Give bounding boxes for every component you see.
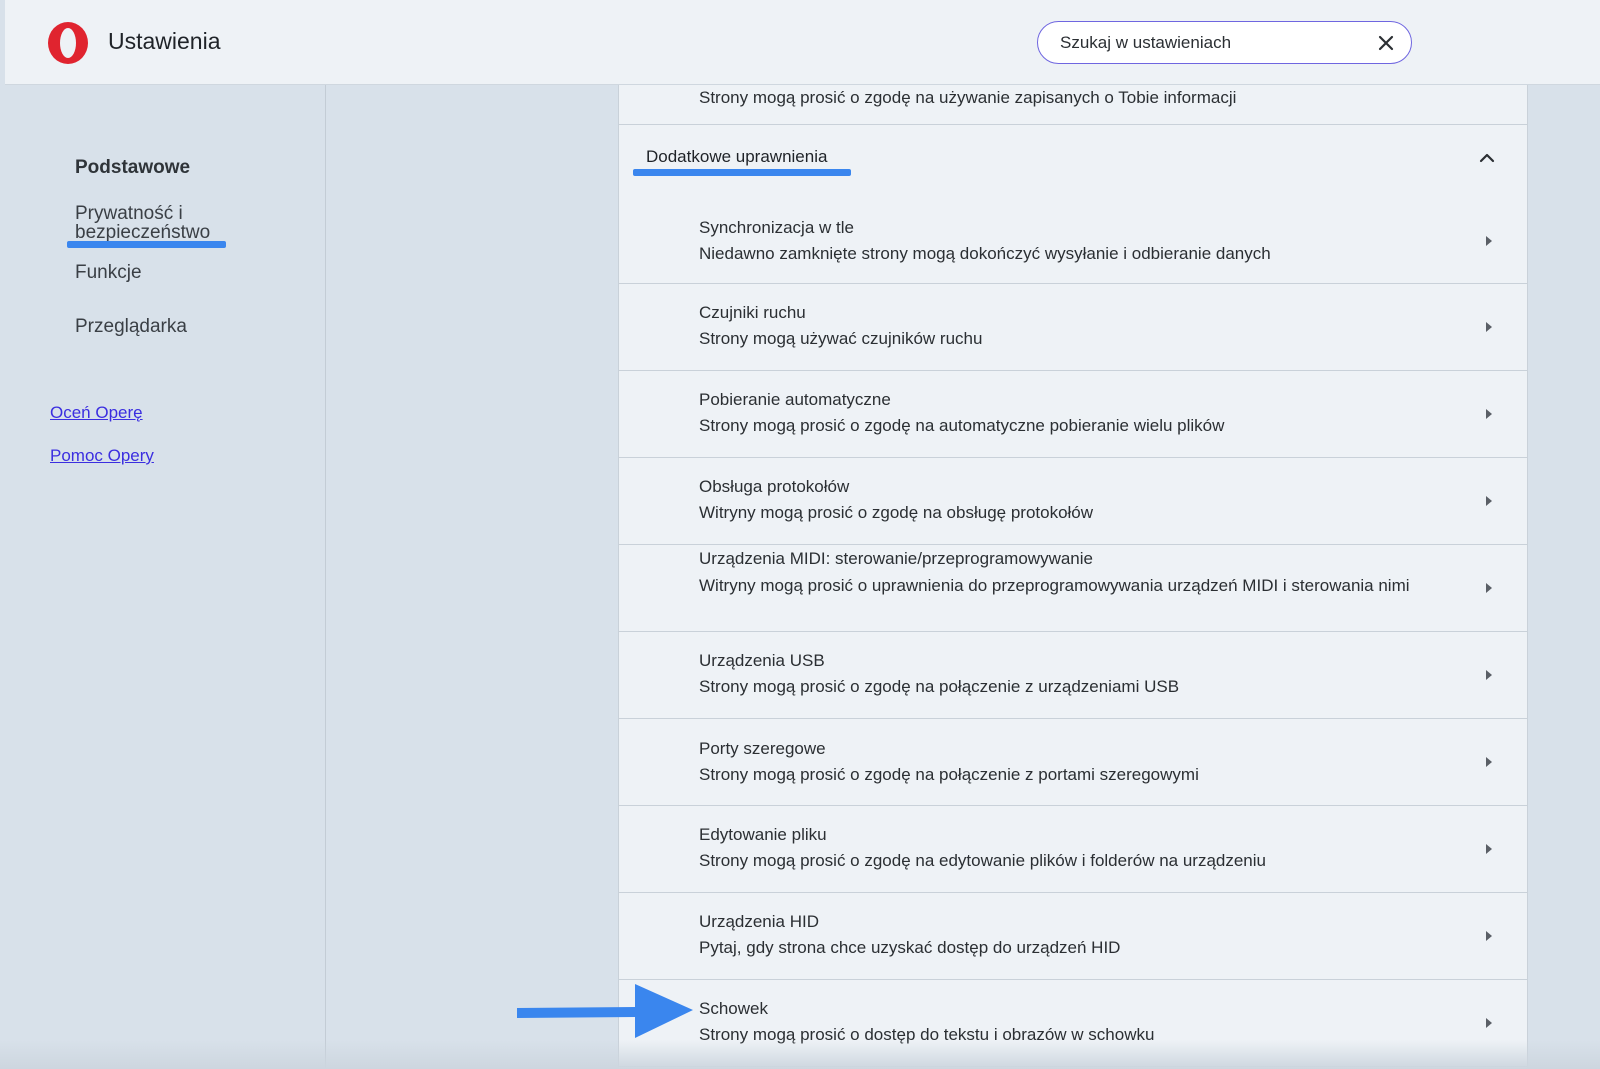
row-title: Synchronizacja w tle xyxy=(699,218,854,237)
annotation-arrow-icon xyxy=(517,984,693,1038)
row-title: Czujniki ruchu xyxy=(699,303,806,322)
sidebar-item-browser[interactable]: Przeglądarka xyxy=(75,316,187,338)
row-description: Witryny mogą prosić o zgodę na obsługę p… xyxy=(699,503,1094,522)
caret-right-icon xyxy=(1486,931,1492,941)
row-description: Witryny mogą prosić o uprawnienia do prz… xyxy=(699,576,1410,595)
row-title: Urządzenia USB xyxy=(699,651,825,670)
row-description: Pytaj, gdy strona chce uzyskać dostęp do… xyxy=(699,938,1121,957)
settings-page: Podstawowe Prywatność i bezpieczeństwo F… xyxy=(0,0,1600,1069)
row-title: Obsługa protokołów xyxy=(699,477,850,496)
row-description: Strony mogą używać czujników ruchu xyxy=(699,329,983,348)
rate-opera-link[interactable]: Oceń Operę xyxy=(50,403,143,423)
chevron-up-icon xyxy=(1479,153,1495,163)
row-description: Strony mogą prosić o zgodę na połączenie… xyxy=(699,677,1180,696)
opera-logo-icon xyxy=(48,22,88,64)
sidebar: Podstawowe Prywatność i bezpieczeństwo F… xyxy=(0,85,326,1069)
permission-row-serial-ports[interactable]: Porty szeregowe Strony mogą prosić o zgo… xyxy=(619,719,1527,806)
permission-row-clipboard[interactable]: Schowek Strony mogą prosić o dostęp do t… xyxy=(619,980,1527,1067)
page-title: Ustawienia xyxy=(108,28,221,54)
caret-right-icon xyxy=(1486,757,1492,767)
permission-row-automatic-downloads[interactable]: Pobieranie automatyczne Strony mogą pros… xyxy=(619,371,1527,458)
caret-right-icon xyxy=(1486,1018,1492,1028)
permissions-panel: Strony mogą prosić o zgodę na używanie z… xyxy=(618,85,1528,1069)
row-title: Urządzenia HID xyxy=(699,912,819,931)
row-description: Strony mogą prosić o zgodę na używanie z… xyxy=(699,88,1237,107)
caret-right-icon xyxy=(1486,583,1492,593)
row-description: Niedawno zamknięte strony mogą dokończyć… xyxy=(699,244,1271,263)
list-item[interactable]: Strony mogą prosić o zgodę na używanie z… xyxy=(619,85,1527,125)
opera-help-link[interactable]: Pomoc Opery xyxy=(50,446,154,466)
permission-row-usb-devices[interactable]: Urządzenia USB Strony mogą prosić o zgod… xyxy=(619,632,1527,719)
row-description: Strony mogą prosić o zgodę na automatycz… xyxy=(699,416,1225,435)
row-description: Strony mogą prosić o zgodę na połączenie… xyxy=(699,765,1199,784)
search-input[interactable] xyxy=(1060,31,1360,55)
settings-search xyxy=(1037,21,1412,64)
annotation-underline xyxy=(67,241,226,248)
row-title: Porty szeregowe xyxy=(699,739,826,758)
permission-row-motion-sensors[interactable]: Czujniki ruchu Strony mogą używać czujni… xyxy=(619,284,1527,371)
permission-row-midi-devices[interactable]: Urządzenia MIDI: sterowanie/przeprogramo… xyxy=(619,545,1527,632)
additional-permissions-toggle[interactable]: Dodatkowe uprawnienia xyxy=(619,125,1527,197)
caret-right-icon xyxy=(1486,496,1492,506)
settings-header: Ustawienia xyxy=(5,0,1600,85)
close-icon[interactable] xyxy=(1375,32,1397,54)
sidebar-item-features[interactable]: Funkcje xyxy=(75,262,142,284)
caret-right-icon xyxy=(1486,670,1492,680)
sidebar-item-privacy-security[interactable]: Prywatność i bezpieczeństwo xyxy=(75,204,245,242)
row-title: Schowek xyxy=(699,999,768,1018)
section-title: Dodatkowe uprawnienia xyxy=(646,147,828,166)
permission-row-file-editing[interactable]: Edytowanie pliku Strony mogą prosić o zg… xyxy=(619,806,1527,893)
caret-right-icon xyxy=(1486,409,1492,419)
caret-right-icon xyxy=(1486,322,1492,332)
caret-right-icon xyxy=(1486,844,1492,854)
row-title: Pobieranie automatyczne xyxy=(699,390,891,409)
permission-row-background-sync[interactable]: Synchronizacja w tle Niedawno zamknięte … xyxy=(619,197,1527,284)
caret-right-icon xyxy=(1486,236,1492,246)
row-description: Strony mogą prosić o zgodę na edytowanie… xyxy=(699,851,1266,870)
permission-row-hid-devices[interactable]: Urządzenia HID Pytaj, gdy strona chce uz… xyxy=(619,893,1527,980)
annotation-underline xyxy=(633,169,851,176)
row-description: Strony mogą prosić o dostęp do tekstu i … xyxy=(699,1025,1155,1044)
sidebar-item-basic[interactable]: Podstawowe xyxy=(75,157,190,179)
row-title: Urządzenia MIDI: sterowanie/przeprogramo… xyxy=(699,549,1093,568)
permission-row-protocol-handlers[interactable]: Obsługa protokołów Witryny mogą prosić o… xyxy=(619,458,1527,545)
row-title: Edytowanie pliku xyxy=(699,825,827,844)
